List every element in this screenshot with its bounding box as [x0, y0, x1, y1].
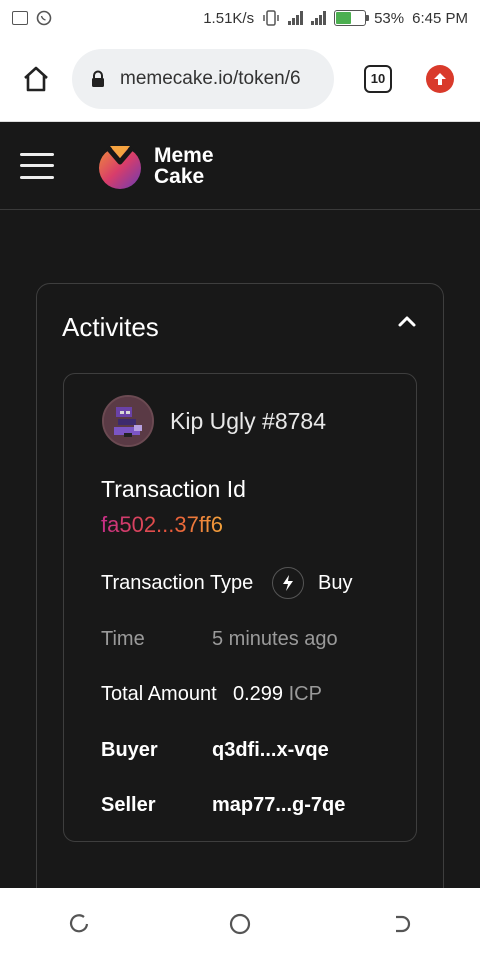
- transaction-type-value: Buy: [318, 572, 353, 594]
- battery-icon: [334, 10, 370, 26]
- buyer-label: Buyer: [101, 739, 158, 761]
- home-button[interactable]: [14, 57, 58, 101]
- network-speed: 1.51K/s: [203, 9, 255, 27]
- total-amount-number: 0.299: [233, 683, 284, 705]
- battery-percent: 53%: [374, 9, 405, 27]
- memecake-logo[interactable]: [98, 142, 142, 190]
- brand-name[interactable]: Meme Cake: [154, 145, 214, 187]
- transaction-id-label: Transaction Id: [101, 476, 246, 502]
- activities-title: Activites: [62, 312, 159, 342]
- circle-home-icon: [229, 913, 251, 935]
- nft-name[interactable]: Kip Ugly #8784: [170, 408, 326, 435]
- whatsapp-icon: [36, 10, 52, 26]
- url-text[interactable]: memecake.io/token/6: [120, 68, 301, 90]
- vibrate-icon: [263, 10, 279, 26]
- total-amount-label: Total Amount: [101, 683, 217, 705]
- brand-line-2: Cake: [154, 164, 205, 188]
- update-button[interactable]: [426, 64, 454, 93]
- time-value: 5 minutes ago: [212, 628, 338, 650]
- total-amount-value: 0.299 ICP: [233, 683, 322, 706]
- site-header: Meme Cake: [0, 122, 480, 210]
- clock: 6:45 PM: [412, 9, 468, 27]
- system-nav-bar: [0, 888, 480, 960]
- time-label: Time: [101, 628, 145, 650]
- signal-icon-sim1: [288, 11, 304, 25]
- seller-address[interactable]: map77...g-7qe: [212, 794, 345, 817]
- lock-icon: [92, 70, 104, 87]
- address-bar[interactable]: memecake.io/token/6: [72, 48, 334, 109]
- arrow-up-icon: [434, 72, 446, 85]
- recent-apps-button[interactable]: [60, 904, 100, 944]
- back-icon: [396, 915, 411, 933]
- status-bar: 1.51K/s 53% 6:45 PM: [0, 0, 480, 36]
- seller-label: Seller: [101, 794, 156, 816]
- image-notification-icon: [12, 11, 28, 25]
- nft-thumbnail-image: [104, 397, 152, 445]
- collapse-button[interactable]: [394, 310, 420, 332]
- back-button[interactable]: [380, 904, 420, 944]
- tabs-button[interactable]: 10: [364, 64, 392, 93]
- signal-icon-sim2: [311, 11, 327, 25]
- transaction-id-link[interactable]: fa502...37ff6: [101, 512, 223, 538]
- transaction-type-label: Transaction Type: [101, 572, 254, 594]
- total-amount-unit: ICP: [288, 683, 322, 705]
- nft-avatar[interactable]: [102, 395, 154, 447]
- lightning-icon: [272, 567, 304, 599]
- home-nav-button[interactable]: [220, 904, 260, 944]
- chevron-up-icon: [398, 316, 416, 327]
- brand-line-1: Meme: [154, 143, 214, 167]
- home-icon: [24, 66, 48, 91]
- buyer-address[interactable]: q3dfi...x-vqe: [212, 739, 329, 762]
- browser-toolbar: memecake.io/token/6 10: [0, 36, 480, 122]
- menu-icon[interactable]: [20, 152, 54, 179]
- recent-apps-icon: [69, 914, 89, 933]
